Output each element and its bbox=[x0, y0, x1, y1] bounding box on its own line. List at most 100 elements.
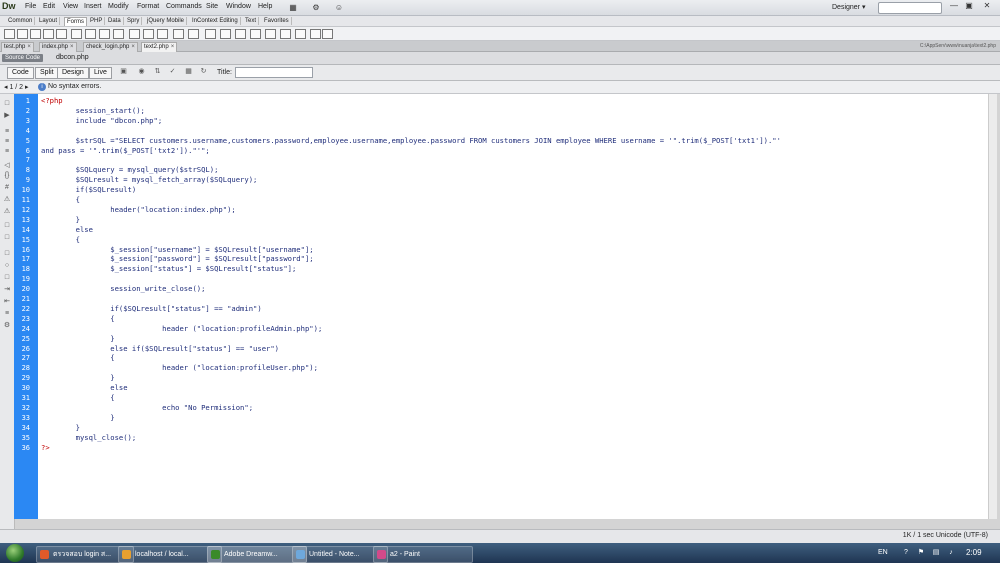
button-icon[interactable] bbox=[157, 29, 168, 39]
file-management-icon[interactable]: ⇅ bbox=[153, 68, 162, 76]
code-line[interactable]: <?php bbox=[41, 96, 63, 106]
syntax-pager[interactable]: ◂ 1 / 2 ▸ bbox=[4, 83, 29, 91]
code-line[interactable]: echo "No Permission"; bbox=[41, 403, 253, 413]
taskbar-item[interactable]: a2 - Paint bbox=[373, 546, 473, 563]
code-line[interactable]: $_session["username"] = $SQLresult["user… bbox=[41, 245, 313, 255]
insert-tab-common[interactable]: Common bbox=[6, 17, 36, 25]
code-line[interactable]: { bbox=[41, 393, 114, 403]
refresh-icon[interactable]: ↻ bbox=[199, 68, 208, 76]
insert-tab-spry[interactable]: Spry bbox=[125, 17, 143, 25]
visual-aids-icon[interactable]: ▦ bbox=[184, 68, 193, 76]
insert-tab-php[interactable]: PHP bbox=[88, 17, 106, 25]
label-icon[interactable] bbox=[173, 29, 184, 39]
related-file-dbcon[interactable]: dbcon.php bbox=[56, 54, 89, 61]
vertical-scrollbar[interactable] bbox=[988, 94, 997, 519]
code-line[interactable]: session_start(); bbox=[41, 106, 145, 116]
remove-comment-icon[interactable]: □ bbox=[3, 234, 11, 241]
insert-tab-favorites[interactable]: Favorites bbox=[262, 17, 292, 25]
code-line[interactable]: if($SQLresult) bbox=[41, 185, 137, 195]
code-line[interactable]: } bbox=[41, 215, 80, 225]
close-icon[interactable]: × bbox=[70, 44, 74, 50]
menu-file[interactable]: File bbox=[25, 3, 36, 10]
close-icon[interactable]: × bbox=[27, 44, 31, 50]
insert-tab-incontext-editing[interactable]: InContext Editing bbox=[190, 17, 241, 25]
menu-view[interactable]: View bbox=[63, 3, 78, 10]
spry-validation-textarea-icon[interactable] bbox=[220, 29, 231, 39]
spry-extra-2-icon[interactable] bbox=[322, 29, 333, 39]
select-list-icon[interactable] bbox=[99, 29, 110, 39]
checkbox-group-icon[interactable] bbox=[71, 29, 82, 39]
volume-icon[interactable]: ♪ bbox=[947, 549, 955, 557]
spry-extra-icon[interactable] bbox=[310, 29, 321, 39]
jump-menu-icon[interactable] bbox=[113, 29, 124, 39]
collapse-selection-icon[interactable]: ≡ bbox=[3, 138, 11, 145]
code-line[interactable]: header ("location:profileUser.php"); bbox=[41, 363, 318, 373]
design-view-button[interactable]: Design bbox=[57, 67, 89, 79]
highlight-invalid-code-icon[interactable]: ⚠ bbox=[3, 196, 11, 203]
code-line[interactable]: { bbox=[41, 235, 80, 245]
spry-validation-password-icon[interactable] bbox=[265, 29, 276, 39]
move-css-icon[interactable]: □ bbox=[3, 274, 11, 281]
code-view-button[interactable]: Code bbox=[7, 67, 34, 79]
apply-comment-icon[interactable]: □ bbox=[3, 222, 11, 229]
fieldset-icon[interactable] bbox=[188, 29, 199, 39]
start-button[interactable] bbox=[6, 544, 24, 562]
menu-edit[interactable]: Edit bbox=[43, 3, 55, 10]
menu-site[interactable]: Site bbox=[206, 3, 218, 10]
insert-tab-layout[interactable]: Layout bbox=[37, 17, 61, 25]
insert-tab-text[interactable]: Text bbox=[243, 17, 260, 25]
doc-tab-index[interactable]: index.php × bbox=[39, 42, 77, 52]
user-icon[interactable]: ☺ bbox=[333, 3, 345, 12]
code-line[interactable]: header ("location:profileAdmin.php"); bbox=[41, 324, 322, 334]
code-line[interactable]: else if($SQLresult["status"] == "user") bbox=[41, 344, 279, 354]
language-indicator[interactable]: EN bbox=[878, 549, 888, 556]
code-line[interactable]: session_write_close(); bbox=[41, 284, 205, 294]
code-line[interactable]: else bbox=[41, 383, 127, 393]
code-line[interactable]: $_session["status"] = $SQLresult["status… bbox=[41, 264, 296, 274]
insert-tab-jquery-mobile[interactable]: jQuery Mobile bbox=[145, 17, 188, 25]
outdent-code-icon[interactable]: ⇤ bbox=[3, 298, 11, 305]
spry-validation-select-icon[interactable] bbox=[250, 29, 261, 39]
code-line[interactable]: include "dbcon.php"; bbox=[41, 116, 163, 126]
spry-validation-radio-icon[interactable] bbox=[295, 29, 306, 39]
code-editor[interactable]: <?php session_start(); include "dbcon.ph… bbox=[38, 94, 988, 519]
code-line[interactable]: $SQLquery = mysql_query($strSQL); bbox=[41, 165, 219, 175]
select-parent-tag-icon[interactable]: ◁ bbox=[3, 162, 11, 169]
code-line[interactable]: ?> bbox=[41, 443, 50, 453]
code-hint-icon[interactable]: ⚙ bbox=[3, 322, 11, 329]
menu-format[interactable]: Format bbox=[137, 3, 159, 10]
menu-insert[interactable]: Insert bbox=[84, 3, 102, 10]
hidden-field-icon[interactable] bbox=[30, 29, 41, 39]
form-icon[interactable] bbox=[4, 29, 15, 39]
restore-button[interactable]: ▣ bbox=[962, 1, 976, 11]
source-code-button[interactable]: Source Code bbox=[2, 54, 44, 62]
code-line[interactable]: } bbox=[41, 413, 114, 423]
menu-modify[interactable]: Modify bbox=[108, 3, 129, 10]
multiscreen-icon[interactable]: ▣ bbox=[119, 68, 128, 76]
insert-tab-forms[interactable]: Forms bbox=[64, 17, 87, 26]
gear-icon[interactable]: ⚙ bbox=[310, 3, 322, 12]
code-line[interactable]: { bbox=[41, 195, 80, 205]
menu-help[interactable]: Help bbox=[258, 3, 272, 10]
search-input[interactable] bbox=[878, 2, 942, 14]
network-icon[interactable]: ▤ bbox=[932, 549, 940, 557]
file-field-icon[interactable] bbox=[143, 29, 154, 39]
doc-tab-test[interactable]: test.php × bbox=[1, 42, 34, 52]
workspace-switcher[interactable]: Designer ▾ bbox=[832, 3, 865, 11]
layout-icon[interactable]: ▦ bbox=[287, 3, 299, 12]
expand-all-icon[interactable]: ≡ bbox=[3, 148, 11, 155]
code-line[interactable]: $SQLresult = mysql_fetch_array($SQLquery… bbox=[41, 175, 258, 185]
code-line[interactable]: } bbox=[41, 334, 114, 344]
code-line[interactable]: } bbox=[41, 373, 114, 383]
doc-tab-text2[interactable]: text2.php × bbox=[141, 42, 178, 52]
code-line[interactable]: $_session["password"] = $SQLresult["pass… bbox=[41, 254, 313, 264]
code-line[interactable]: if($SQLresult["status"] == "admin") bbox=[41, 304, 261, 314]
textarea-icon[interactable] bbox=[43, 29, 54, 39]
code-line[interactable]: } bbox=[41, 423, 80, 433]
menu-commands[interactable]: Commands bbox=[166, 3, 202, 10]
doc-tab-check-login[interactable]: check_login.php × bbox=[83, 42, 138, 52]
menu-window[interactable]: Window bbox=[226, 3, 251, 10]
code-line[interactable]: else bbox=[41, 225, 93, 235]
close-button[interactable]: ✕ bbox=[980, 1, 994, 11]
open-documents-icon[interactable]: □ bbox=[3, 100, 11, 107]
